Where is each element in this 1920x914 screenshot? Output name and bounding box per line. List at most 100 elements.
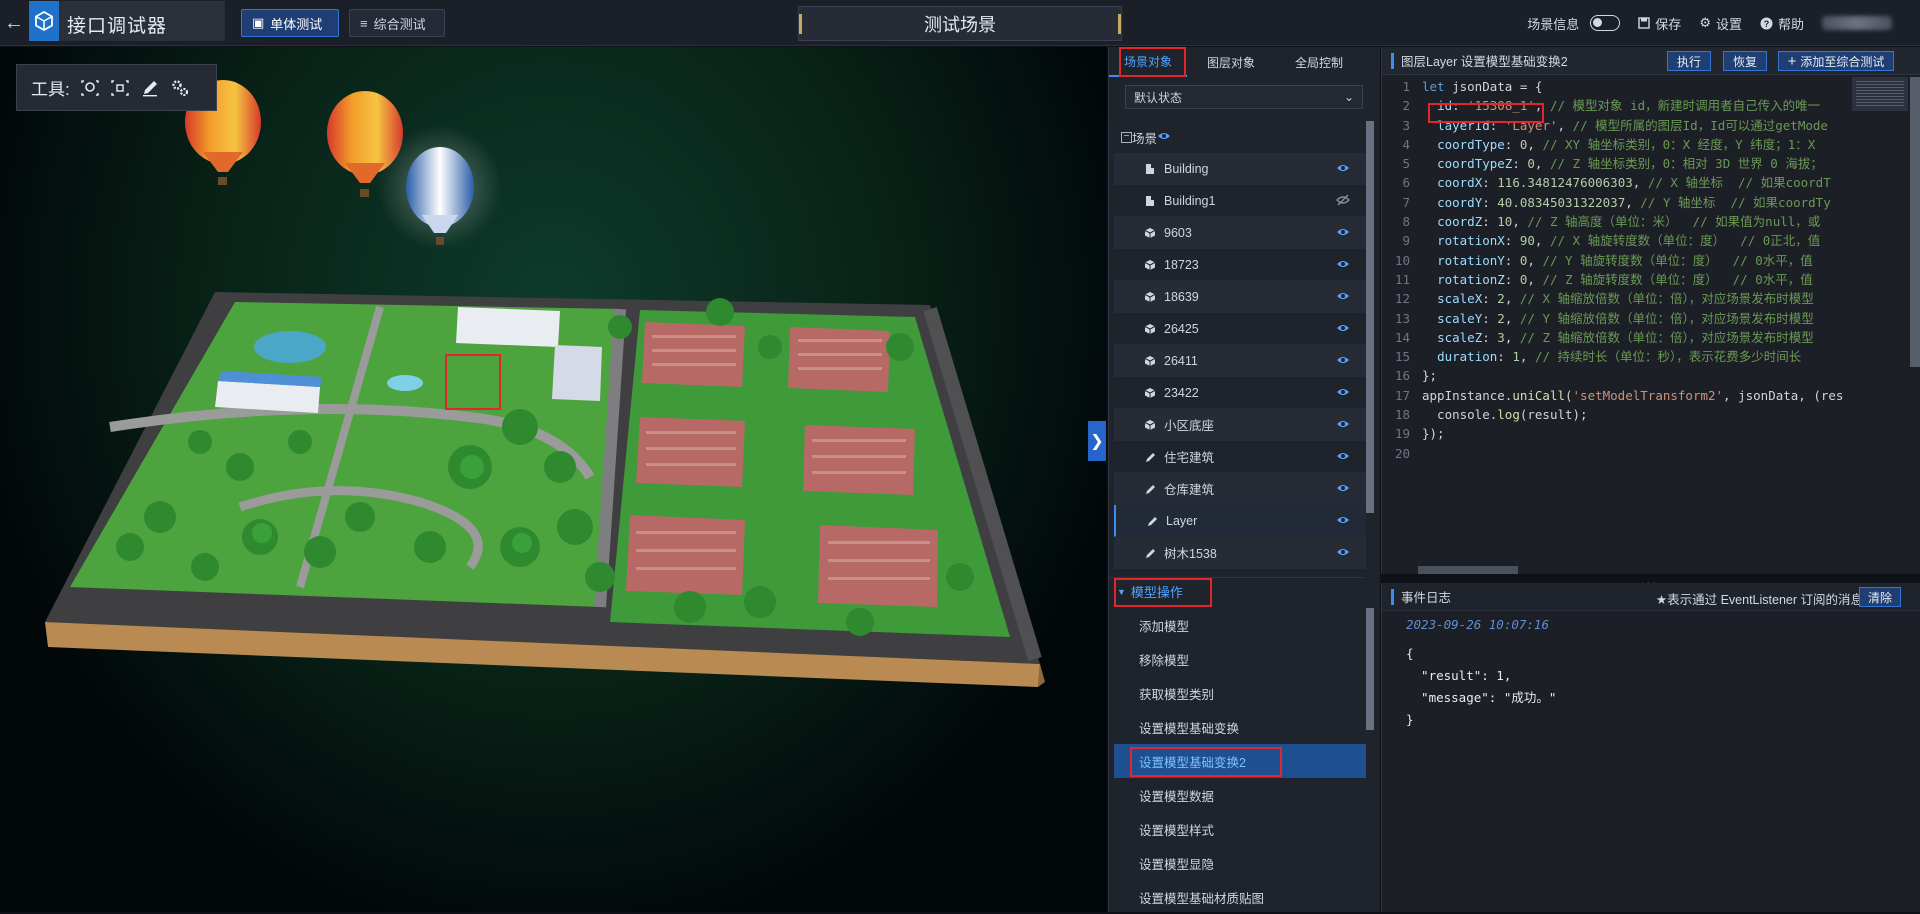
tab-scene-objects[interactable]: 场景对象 [1109, 47, 1187, 77]
save-button[interactable]: 保存 [1638, 14, 1681, 33]
operation-item[interactable]: 添加模型 [1114, 608, 1366, 642]
eye-icon[interactable] [1336, 385, 1350, 402]
eye-icon[interactable] [1336, 225, 1350, 242]
gears-icon[interactable] [170, 78, 190, 98]
eye-off-icon[interactable] [1336, 193, 1350, 210]
scene-tree: − 场景 Building Building1 9603 18723 18639 2642… [1114, 121, 1366, 569]
scene-viewport[interactable]: 工具: ❯ [0, 47, 1107, 912]
user-avatar[interactable] [1822, 16, 1892, 30]
eye-icon[interactable] [1336, 417, 1350, 434]
log-header: 事件日志 ★表示通过 EventListener 订阅的消息 清除 [1382, 583, 1920, 611]
tree-item[interactable]: 18639 [1114, 281, 1366, 313]
tree-item[interactable]: Building [1114, 153, 1366, 185]
scene-render[interactable] [0, 47, 1107, 912]
operation-item[interactable]: 设置模型基础材质贴图 [1114, 880, 1366, 914]
code-token: // XY 轴坐标类别，0：X 经度，Y 纬度；1：X [1542, 136, 1816, 152]
measure-area-icon[interactable] [110, 78, 130, 98]
ops-scrollbar[interactable] [1366, 608, 1374, 730]
code-token: 2 [1497, 291, 1505, 307]
operation-item[interactable]: 设置模型显隐 [1114, 846, 1366, 880]
tree-item[interactable]: 9603 [1114, 217, 1366, 249]
mode-button-single-test[interactable]: ▣ 单体测试 [241, 9, 339, 37]
run-button[interactable]: 执行 [1667, 51, 1711, 71]
cube-icon [1144, 259, 1156, 271]
eye-icon[interactable] [1157, 129, 1171, 146]
code-token: , [1512, 214, 1528, 230]
code-token: 10 [1497, 214, 1513, 230]
eye-icon[interactable] [1336, 481, 1350, 498]
code-horizontal-scrollbar[interactable] [1418, 566, 1518, 574]
back-arrow-icon[interactable]: ← [0, 0, 28, 46]
restore-button[interactable]: 恢复 [1723, 51, 1767, 71]
code-token: // 模型对象 id，新建时调用者自己传入的唯一 [1549, 98, 1821, 114]
operation-item[interactable]: 设置模型基础变换 [1114, 710, 1366, 744]
section-model-operations[interactable]: ▼ 模型操作 [1109, 577, 1364, 605]
top-bar: ← 接口调试器 ▣ 单体测试 ≡ 综合测试 测试场景 场景信息 保存 ⚙ 设置 … [0, 0, 1920, 46]
code-token: scaleY [1437, 310, 1483, 326]
tree-item[interactable]: Layer [1114, 505, 1366, 537]
tree-item[interactable]: 18723 [1114, 249, 1366, 281]
tree-item[interactable]: Building1 [1114, 185, 1366, 217]
operation-item[interactable]: 获取模型类别 [1114, 676, 1366, 710]
add-to-integrated-test-button[interactable]: + 添加至综合测试 [1778, 51, 1894, 71]
operation-item[interactable]: 设置模型基础变换2 [1114, 744, 1366, 778]
tree-item[interactable]: 仓库建筑 [1114, 473, 1366, 505]
eye-icon[interactable] [1336, 289, 1350, 306]
code-token: , [1557, 117, 1573, 133]
code-token: 'setModelTransform2' [1572, 387, 1724, 403]
eye-icon[interactable] [1336, 449, 1350, 466]
tab-global-control[interactable]: 全局控制 [1275, 47, 1363, 77]
mode-button-integrated-test[interactable]: ≡ 综合测试 [349, 9, 445, 37]
code-token: console. [1422, 407, 1498, 423]
settings-button[interactable]: ⚙ 设置 [1699, 14, 1742, 33]
cube-icon [1144, 323, 1156, 335]
code-vertical-scrollbar[interactable] [1910, 77, 1920, 367]
location-pin-icon[interactable] [80, 78, 100, 98]
code-token: rotationX [1437, 233, 1505, 249]
toggle-switch[interactable] [1590, 15, 1621, 31]
eye-icon[interactable] [1336, 257, 1350, 274]
eye-icon[interactable] [1336, 321, 1350, 338]
tree-item[interactable]: 树木1538 [1114, 537, 1366, 569]
line-number: 20 [1394, 445, 1410, 461]
eye-icon[interactable] [1336, 161, 1350, 178]
code-text[interactable]: 1 let jsonData = {2 id: '15308_1', // 模型对… [1382, 77, 1852, 567]
operation-item[interactable]: 设置模型样式 [1114, 812, 1366, 846]
code-token: 2 [1497, 310, 1505, 326]
panel-toggle-button[interactable]: ❯ [1088, 421, 1106, 461]
state-select[interactable]: 默认状态 ⌄ [1125, 85, 1363, 109]
code-line: 13 scaleY: 2, // Y 轴缩放倍数（单位：倍），对应场景发布时模型 [1382, 309, 1852, 328]
code-token: : [1504, 233, 1520, 249]
code-line: 16}; [1382, 366, 1852, 385]
tree-item[interactable]: 小区底座 [1114, 409, 1366, 441]
operation-item[interactable]: 设置模型数据 [1114, 778, 1366, 812]
eye-icon[interactable] [1336, 513, 1350, 530]
collapse-minus-icon[interactable]: − [1121, 131, 1132, 143]
code-token: , [1504, 291, 1520, 307]
scene-info-toggle[interactable]: 场景信息 [1527, 14, 1621, 33]
cube-icon: ▣ [252, 15, 265, 30]
tab-layer-objects[interactable]: 图层对象 [1187, 47, 1275, 77]
help-button[interactable]: ? 帮助 [1760, 14, 1804, 33]
tree-item[interactable]: 26411 [1114, 345, 1366, 377]
line-number: 14 [1394, 329, 1410, 345]
eye-icon[interactable] [1336, 545, 1350, 562]
code-token: scaleX [1437, 291, 1483, 307]
cube-icon [1144, 291, 1156, 303]
code-line: 9 rotationX: 90, // X 轴旋转度数（单位：度） // 0正北… [1382, 231, 1852, 250]
tree-item-label: 仓库建筑 [1164, 483, 1215, 497]
tree-item[interactable]: 26425 [1114, 313, 1366, 345]
code-line: 1 let jsonData = { [1382, 77, 1852, 96]
tree-item[interactable]: 住宅建筑 [1114, 441, 1366, 473]
operation-item[interactable]: 移除模型 [1114, 642, 1366, 676]
tree-scrollbar[interactable] [1366, 121, 1374, 513]
tree-item[interactable]: 23422 [1114, 377, 1366, 409]
eye-icon[interactable] [1336, 353, 1350, 370]
pencil-icon[interactable] [140, 78, 160, 98]
tree-root-scene[interactable]: − 场景 [1114, 121, 1366, 153]
clear-log-button[interactable]: 清除 [1859, 587, 1901, 607]
